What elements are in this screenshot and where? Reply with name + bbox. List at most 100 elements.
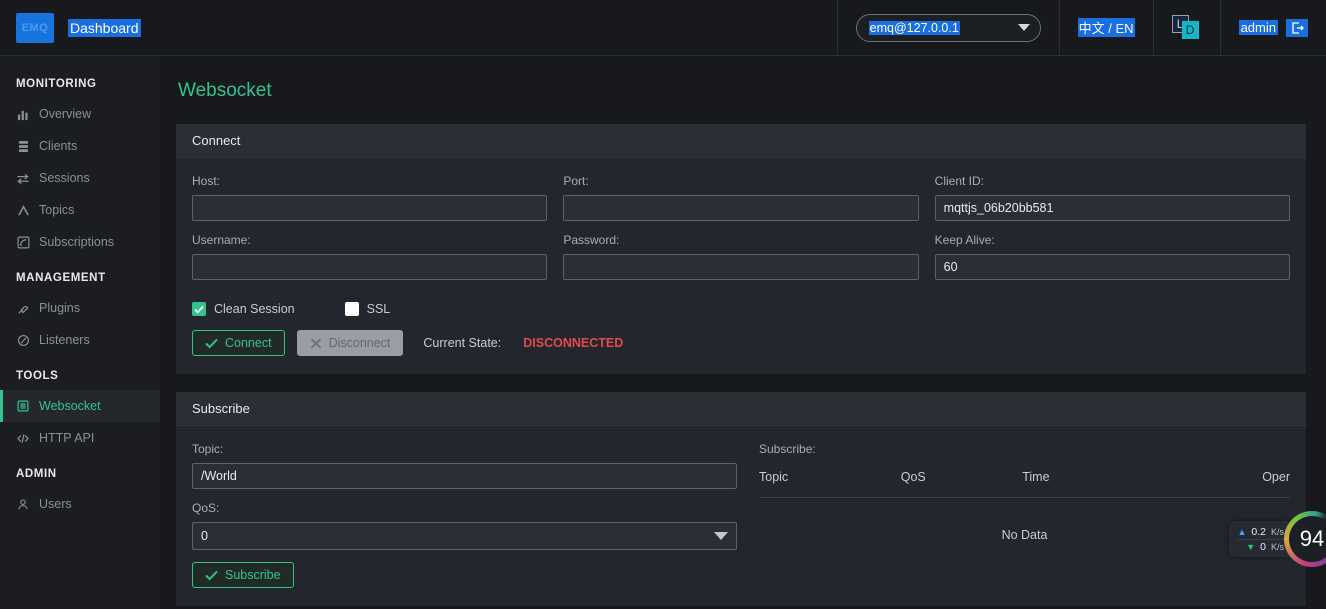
sidebar-item-label: Listeners <box>39 333 90 347</box>
host-field: Host: <box>192 174 548 221</box>
qos-select-value: 0 <box>201 529 208 543</box>
username-field: Username: <box>192 233 548 280</box>
clean-session-checkbox[interactable] <box>192 302 206 316</box>
sidebar-item-label: Overview <box>39 107 92 121</box>
connect-button-label: Connect <box>225 336 272 350</box>
sidebar-item-http-api[interactable]: HTTP API <box>0 422 160 454</box>
logout-icon[interactable] <box>1286 18 1308 37</box>
topic-field: Topic: <box>192 442 737 489</box>
connect-actions: Connect Disconnect Current State: DISCON… <box>192 330 1290 356</box>
current-state-value: DISCONNECTED <box>523 336 624 350</box>
sidebar-item-overview[interactable]: Overview <box>0 98 160 130</box>
password-label: Password: <box>563 233 620 247</box>
client-id-input[interactable] <box>934 195 1290 221</box>
client-id-label: Client ID: <box>934 174 985 188</box>
upload-speed-value: 0.2 <box>1251 525 1266 538</box>
port-label: Port: <box>563 174 589 188</box>
disconnect-button[interactable]: Disconnect <box>296 330 404 356</box>
subscribe-form: Topic: QoS: 0 <box>192 442 737 588</box>
connect-card: Connect Host: Port: Client ID: mqttjs_06… <box>176 124 1306 374</box>
sidebar-group-tools: TOOLS <box>16 370 59 382</box>
chevron-down-icon <box>1017 24 1030 31</box>
column-header-oper: Oper <box>1154 470 1290 498</box>
user-menu[interactable]: admin <box>1219 0 1326 56</box>
topic-input[interactable] <box>192 463 737 489</box>
node-select-cell: emq@127.0.0.1 <box>836 0 1059 56</box>
qos-select[interactable]: 0 <box>192 522 737 550</box>
table-header-row: Topic QoS Time Oper <box>759 470 1290 498</box>
connect-card-title: Connect <box>176 124 1306 158</box>
exchange-icon <box>16 171 30 185</box>
node-select-value: emq@127.0.0.1 <box>868 20 960 35</box>
subscribe-table: Topic QoS Time Oper No Data <box>759 470 1290 572</box>
port-input[interactable] <box>563 195 919 221</box>
download-speed-unit: K/s <box>1270 542 1284 552</box>
sidebar: MONITORING Overview Clients Sessions Top… <box>0 56 160 609</box>
body: MONITORING Overview Clients Sessions Top… <box>0 56 1326 609</box>
sidebar-item-sessions[interactable]: Sessions <box>0 162 160 194</box>
ssl-label: SSL <box>366 302 391 316</box>
client-id-field: Client ID: <box>934 174 1290 221</box>
user-area: admin <box>1238 18 1308 37</box>
sidebar-item-websocket[interactable]: Websocket <box>0 390 160 422</box>
bar-chart-icon <box>16 107 30 121</box>
theme-toggle-icon: L D <box>1171 14 1202 41</box>
column-header-qos: QoS <box>900 470 1023 498</box>
sidebar-item-label: Topics <box>39 203 75 217</box>
qos-label: QoS: <box>192 501 220 515</box>
sidebar-item-label: Users <box>39 497 72 511</box>
qos-field: QoS: 0 <box>192 501 737 550</box>
language-toggle[interactable]: 中文 / EN <box>1058 0 1153 56</box>
circle-dash-icon <box>16 333 30 347</box>
emq-logo-icon: EMQ <box>16 12 54 43</box>
keep-alive-input[interactable] <box>934 254 1290 280</box>
sidebar-item-listeners[interactable]: Listeners <box>0 324 160 356</box>
host-input[interactable] <box>192 195 548 221</box>
sidebar-item-label: Plugins <box>39 301 80 315</box>
connect-row-1: Host: Port: Client ID: <box>192 174 1290 233</box>
subscribe-card-body: Topic: QoS: 0 <box>176 426 1306 606</box>
cpu-gauge-value: 94 <box>1299 526 1325 551</box>
theme-toggle[interactable]: L D <box>1152 0 1220 56</box>
check-icon <box>205 570 218 581</box>
network-speed-widget[interactable]: ▲ 0.2 K/s ▼ 0 K/s 94 <box>1229 511 1326 567</box>
sidebar-group-management: MANAGEMENT <box>16 272 106 284</box>
page-title: Websocket <box>178 80 272 101</box>
subscribe-button[interactable]: Subscribe <box>192 562 294 588</box>
connect-button[interactable]: Connect <box>192 330 285 356</box>
download-speed-value: 0 <box>1260 541 1266 553</box>
current-state-label: Current State: <box>423 336 502 350</box>
caret-up-icon <box>16 203 30 217</box>
topic-label: Topic: <box>192 442 224 456</box>
username-label: Username: <box>192 233 251 247</box>
sidebar-item-users[interactable]: Users <box>0 488 160 520</box>
sidebar-item-label: Websocket <box>39 399 101 413</box>
port-field: Port: <box>563 174 919 221</box>
sidebar-item-topics[interactable]: Topics <box>0 194 160 226</box>
sidebar-group-monitoring: MONITORING <box>16 78 97 90</box>
arrow-up-icon: ▲ <box>1237 526 1247 537</box>
logo-text: EMQ <box>21 21 49 34</box>
table-empty-row: No Data <box>759 498 1290 573</box>
node-select[interactable]: emq@127.0.0.1 <box>855 13 1041 42</box>
ssl-checkbox[interactable] <box>344 302 359 316</box>
sidebar-item-subscriptions[interactable]: Subscriptions <box>0 226 160 258</box>
password-input[interactable] <box>563 254 919 280</box>
keep-alive-field: Keep Alive: <box>934 233 1290 280</box>
app-root: EMQ Dashboard emq@127.0.0.1 中文 / EN L D … <box>0 0 1326 609</box>
username-input[interactable] <box>192 254 548 280</box>
close-icon <box>310 338 321 348</box>
upload-speed: ▲ 0.2 K/s <box>1237 524 1284 539</box>
column-header-topic: Topic <box>759 470 901 498</box>
sidebar-item-plugins[interactable]: Plugins <box>0 292 160 324</box>
cpu-gauge[interactable]: 94 <box>1284 511 1326 567</box>
sidebar-item-clients[interactable]: Clients <box>0 130 160 162</box>
brand[interactable]: EMQ Dashboard <box>0 12 144 43</box>
subscribe-card-title: Subscribe <box>176 392 1306 426</box>
plug-icon <box>16 301 30 315</box>
theme-dark-label: D <box>1181 20 1199 39</box>
sidebar-item-label: Clients <box>39 139 78 153</box>
host-label: Host: <box>192 174 221 188</box>
subscribe-actions: Subscribe <box>192 562 737 588</box>
window-icon <box>16 399 30 413</box>
